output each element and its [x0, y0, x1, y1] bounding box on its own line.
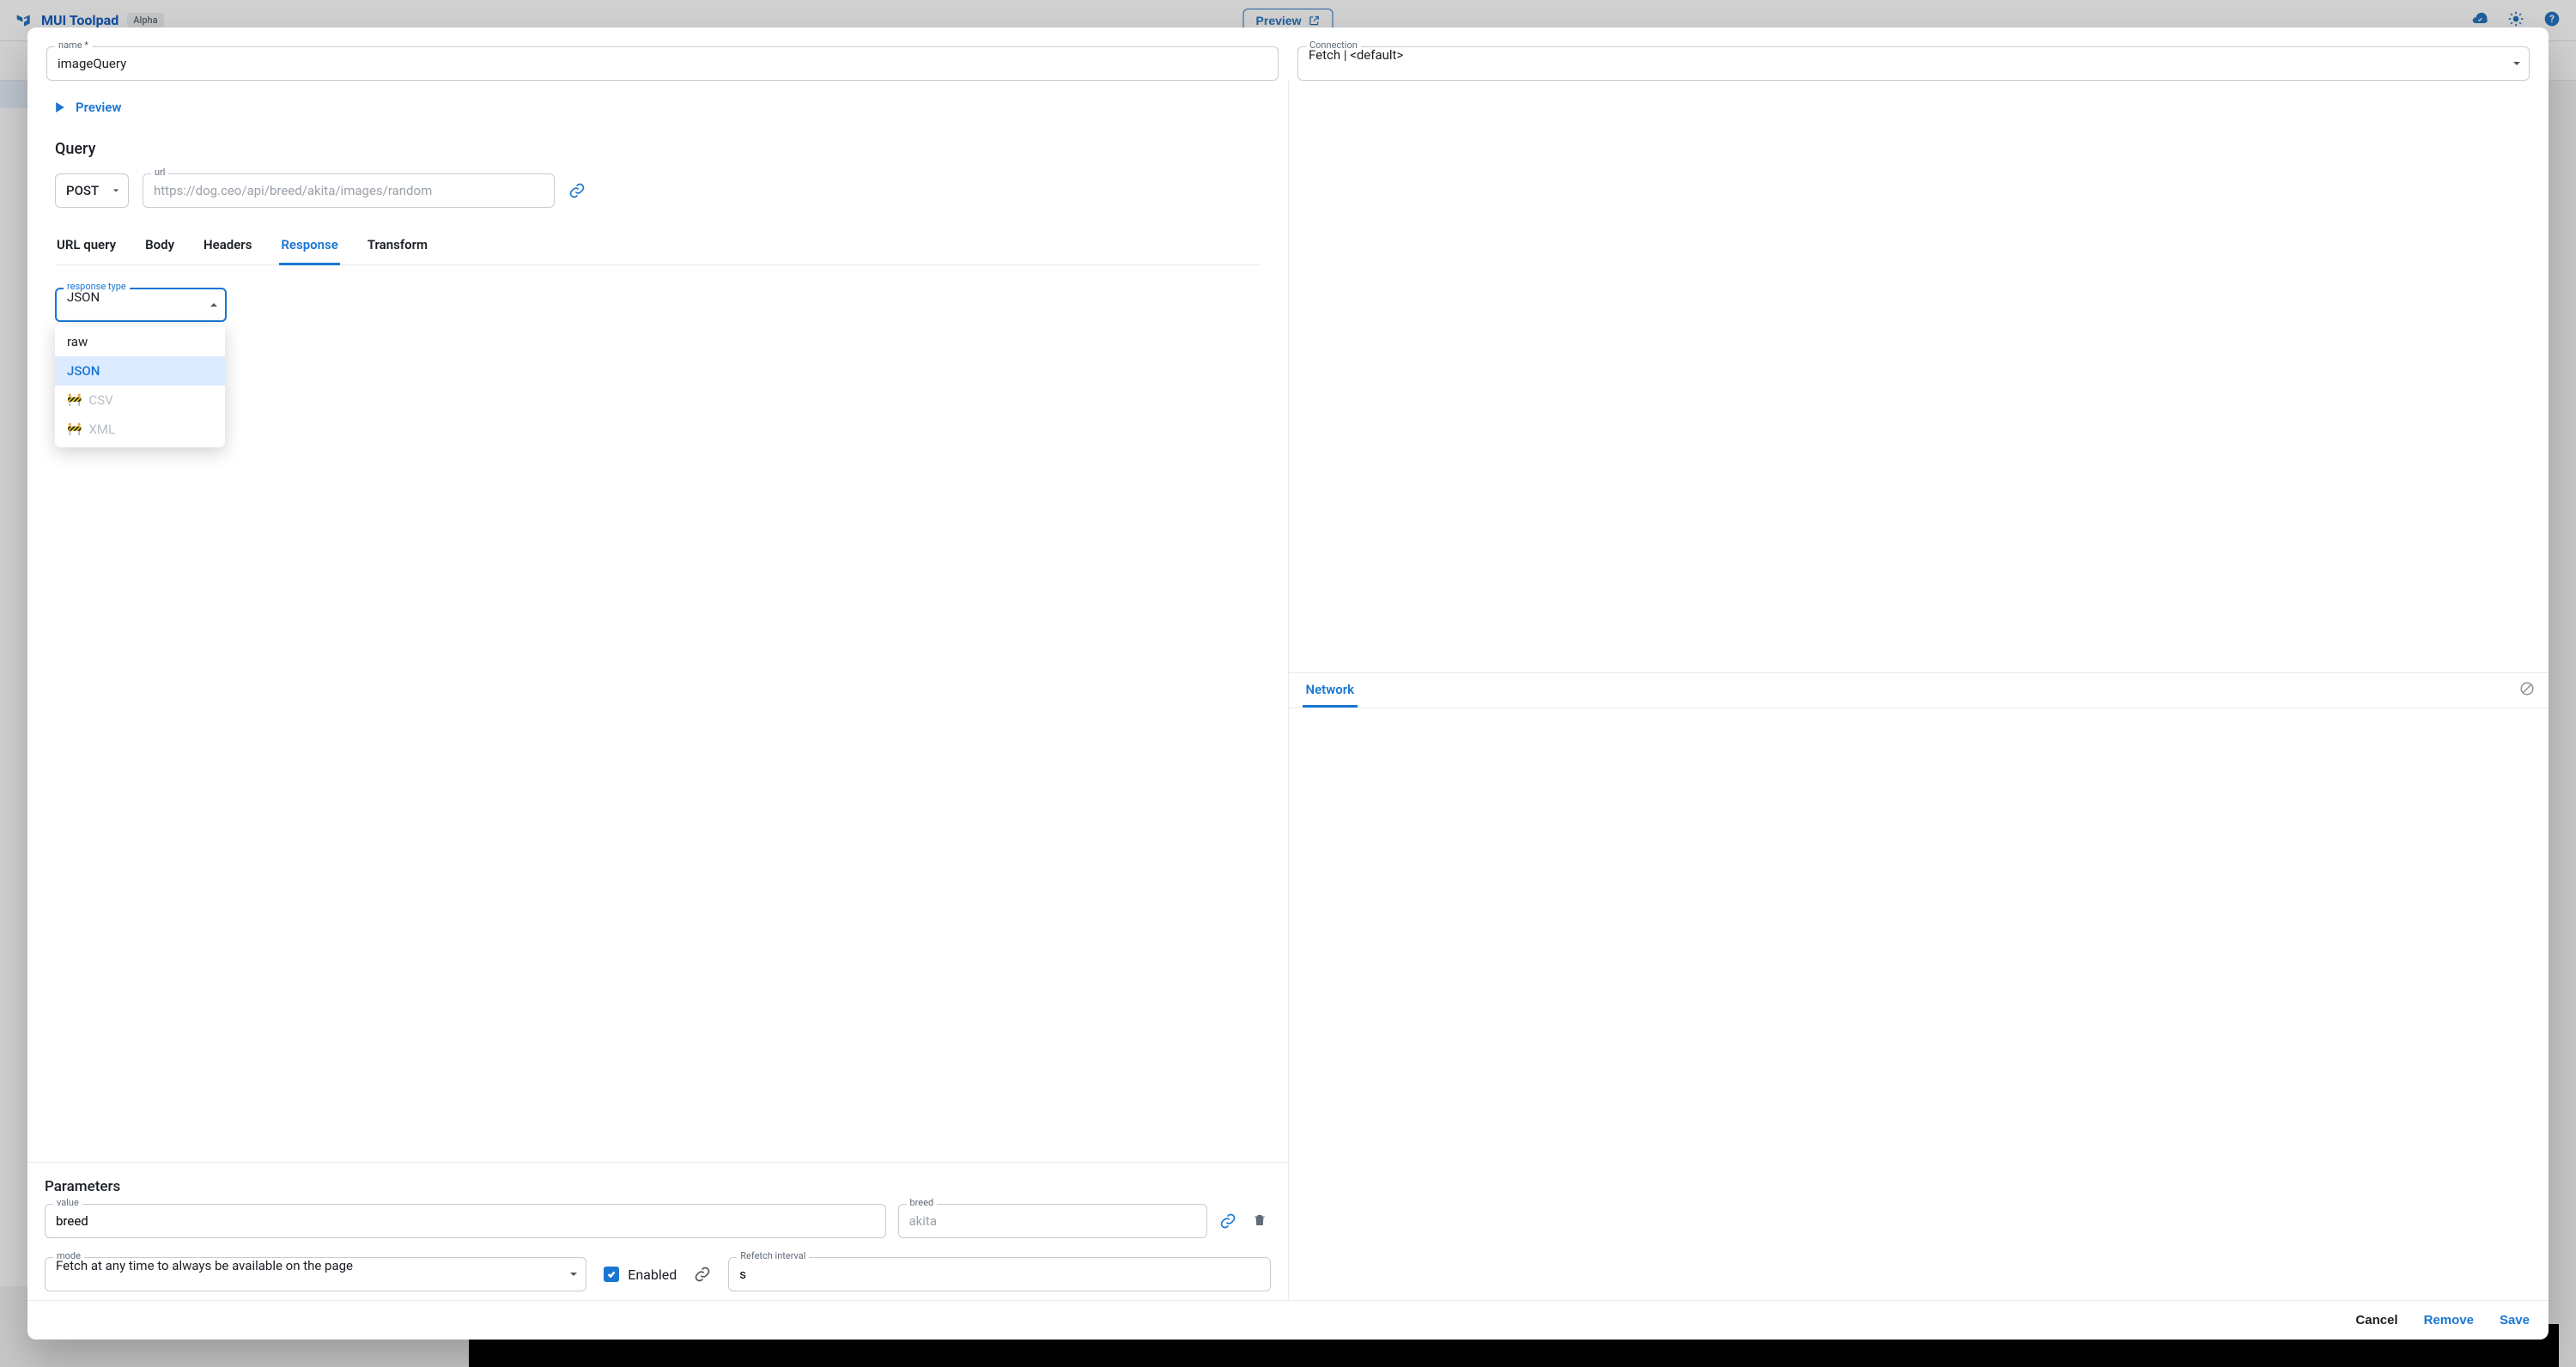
- response-type-dropdown: raw JSON 🚧 CSV 🚧 XML: [55, 324, 225, 447]
- construction-icon: 🚧: [67, 422, 82, 436]
- connection-select[interactable]: Fetch | <default>: [1297, 46, 2530, 81]
- dd-option-csv[interactable]: 🚧 CSV: [55, 386, 225, 415]
- tab-body[interactable]: Body: [143, 237, 176, 264]
- dialog-right-column: Network: [1289, 81, 2549, 1300]
- param-breed-field: breed: [898, 1204, 1207, 1238]
- query-heading: Query: [55, 140, 1261, 158]
- network-body: [1289, 708, 2549, 1300]
- save-button[interactable]: Save: [2500, 1313, 2530, 1328]
- construction-icon: 🚧: [67, 393, 82, 407]
- dialog-left-column: Preview Query POST url: [27, 81, 1289, 1300]
- param-breed-input[interactable]: [898, 1204, 1207, 1238]
- method-select[interactable]: POST: [55, 173, 129, 208]
- connection-field: Connection Fetch | <default>: [1297, 46, 2530, 81]
- network-tabs: Network: [1289, 672, 2549, 708]
- parameters-heading: Parameters: [45, 1178, 1271, 1195]
- name-label: name *: [55, 40, 92, 50]
- url-input[interactable]: [143, 173, 555, 208]
- tab-url-query[interactable]: URL query: [55, 237, 118, 264]
- checkbox-icon: [604, 1267, 619, 1282]
- tab-response[interactable]: Response: [279, 237, 339, 265]
- mode-field: mode Fetch at any time to always be avai…: [45, 1257, 586, 1291]
- refetch-interval-label: Refetch interval: [737, 1251, 809, 1261]
- bind-link-icon[interactable]: [568, 182, 586, 199]
- mode-row: mode Fetch at any time to always be avai…: [45, 1257, 1271, 1291]
- tab-network[interactable]: Network: [1303, 673, 1358, 708]
- delete-param-button[interactable]: [1249, 1209, 1271, 1234]
- name-field: name *: [46, 46, 1279, 81]
- connection-label: Connection: [1306, 40, 1361, 50]
- dd-option-raw[interactable]: raw: [55, 327, 225, 356]
- dd-option-json[interactable]: JSON: [55, 356, 225, 386]
- tab-headers[interactable]: Headers: [202, 237, 253, 264]
- block-icon[interactable]: [2519, 681, 2535, 700]
- dd-option-xml[interactable]: 🚧 XML: [55, 415, 225, 444]
- param-row: value breed: [45, 1204, 1271, 1238]
- preview-area: [1289, 81, 2549, 672]
- query-dialog: name * Connection Fetch | <default> Prev…: [27, 27, 2549, 1340]
- param-value-field: value: [45, 1204, 886, 1238]
- url-label: url: [151, 167, 168, 177]
- trash-icon: [1252, 1212, 1267, 1228]
- preview-toggle[interactable]: Preview: [55, 100, 121, 115]
- query-row: POST url: [55, 173, 1261, 208]
- dialog-footer: Cancel Remove Save: [27, 1300, 2549, 1340]
- param-value-label: value: [53, 1198, 82, 1207]
- remove-button[interactable]: Remove: [2424, 1313, 2474, 1328]
- enabled-label: Enabled: [628, 1267, 677, 1283]
- bind-link-icon[interactable]: [1219, 1212, 1236, 1230]
- play-icon: [55, 102, 65, 112]
- url-field: url: [143, 173, 555, 208]
- name-input[interactable]: [46, 46, 1279, 81]
- response-type-select[interactable]: JSON: [55, 288, 227, 322]
- mode-label: mode: [53, 1251, 84, 1261]
- param-breed-label: breed: [907, 1198, 938, 1207]
- mode-select[interactable]: Fetch at any time to always be available…: [45, 1257, 586, 1291]
- param-value-input[interactable]: [45, 1204, 886, 1238]
- query-tabs: URL query Body Headers Response Transfor…: [55, 237, 1261, 265]
- cancel-button[interactable]: Cancel: [2355, 1313, 2397, 1328]
- enabled-checkbox[interactable]: Enabled: [604, 1267, 677, 1283]
- caret-down-icon: [112, 187, 119, 194]
- refetch-interval-field: Refetch interval: [728, 1257, 1270, 1291]
- response-type-label: response type: [64, 282, 130, 291]
- response-type-field: response type JSON raw JSON 🚧 CSV: [55, 288, 227, 322]
- dialog-header: name * Connection Fetch | <default>: [27, 27, 2549, 81]
- bind-link-icon[interactable]: [694, 1266, 711, 1283]
- tab-transform[interactable]: Transform: [366, 237, 429, 264]
- refetch-interval-input[interactable]: [728, 1257, 1270, 1291]
